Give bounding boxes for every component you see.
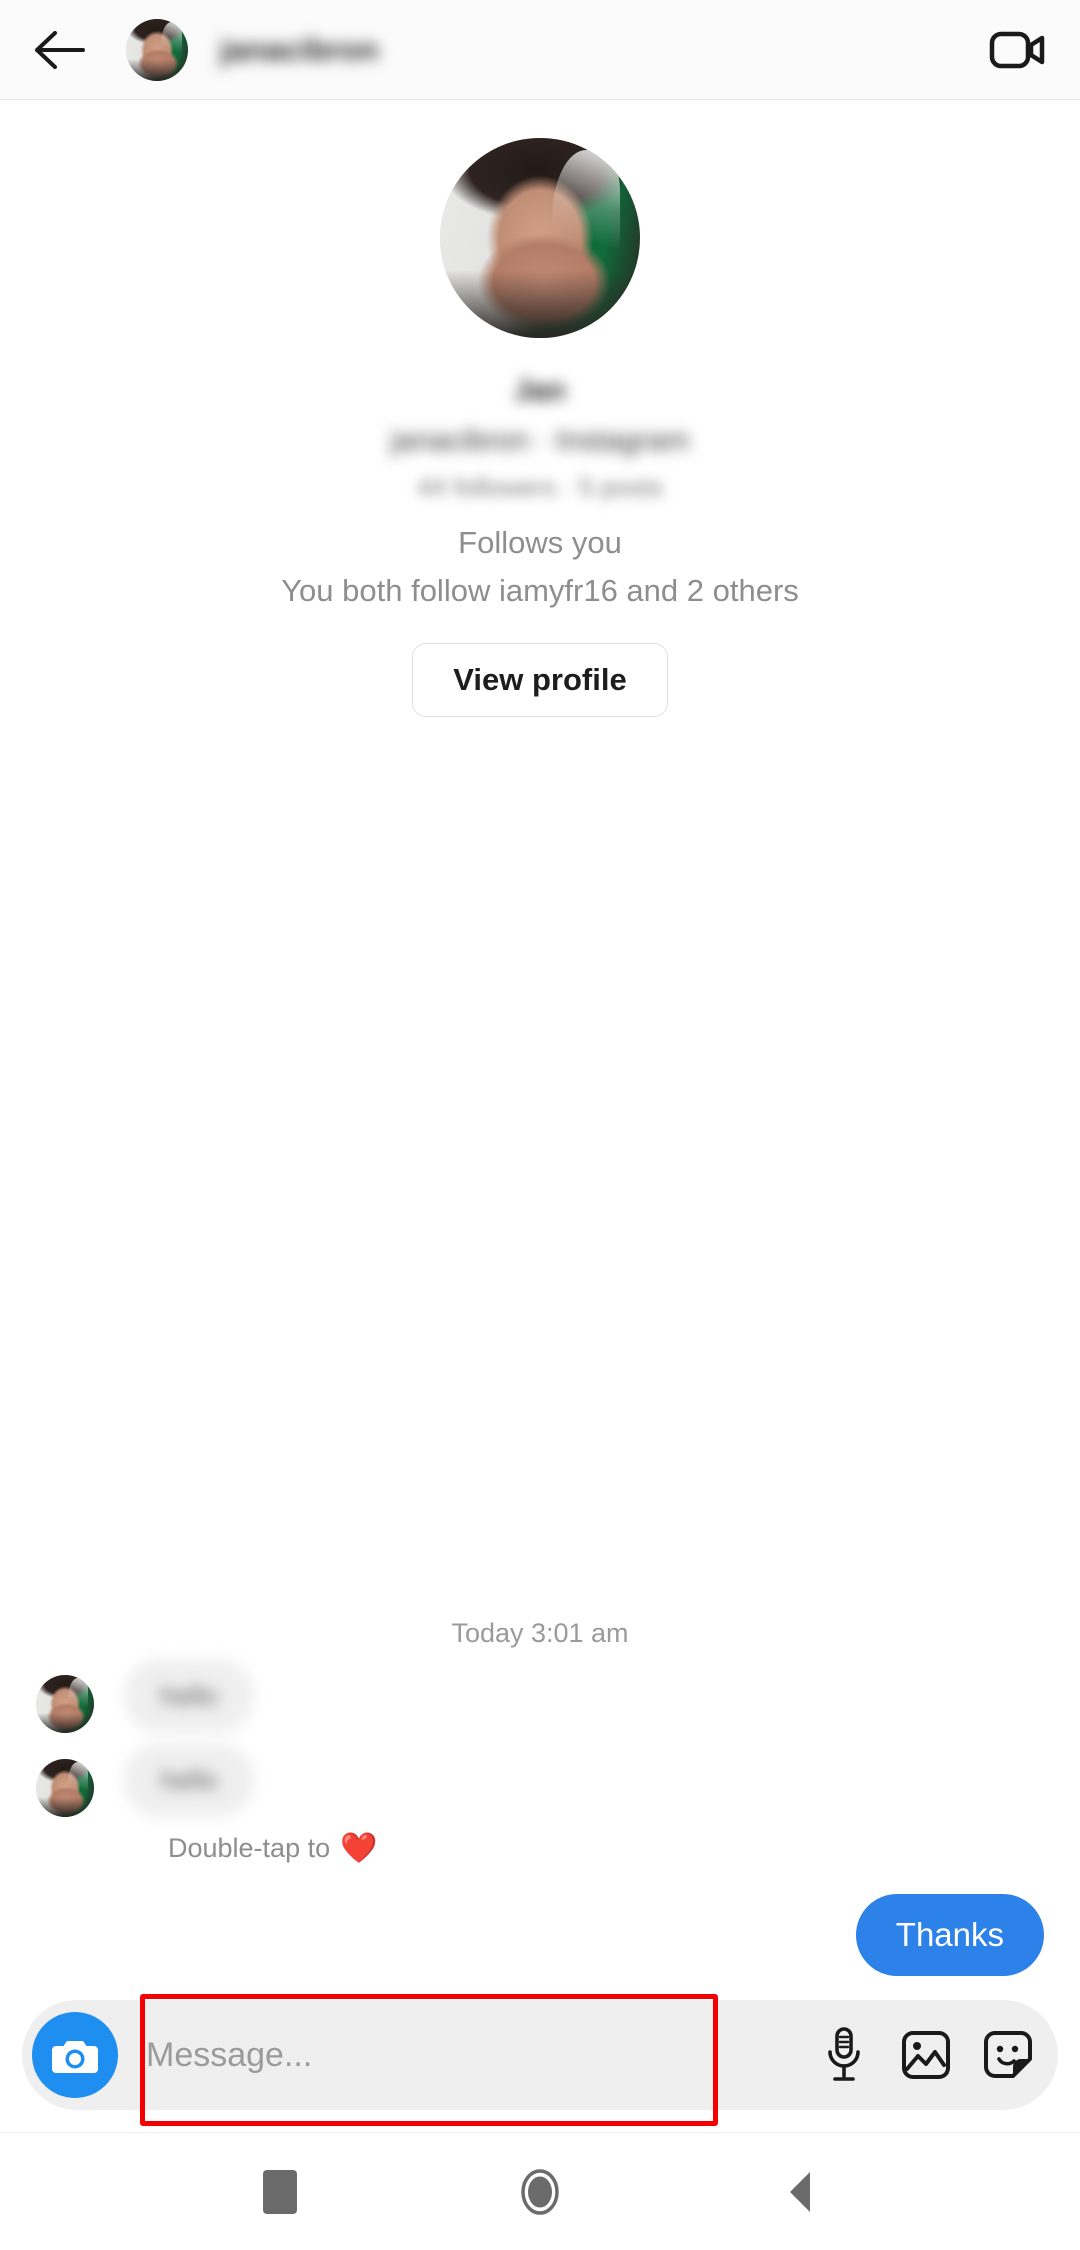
follows-you-label: Follows you xyxy=(458,525,622,560)
message-bubble-incoming[interactable]: hello xyxy=(124,1659,254,1733)
message-avatar[interactable] xyxy=(36,1759,94,1817)
android-navigation-bar xyxy=(0,2132,1080,2250)
message-avatar-photo xyxy=(36,1675,94,1733)
microphone-icon[interactable] xyxy=(806,2017,882,2093)
message-row-incoming: hello xyxy=(0,1649,1080,1733)
sticker-icon[interactable] xyxy=(970,2017,1046,2093)
profile-handle: janacibron · Instagram xyxy=(390,424,690,457)
message-avatar-photo xyxy=(36,1759,94,1817)
back-triangle-icon[interactable] xyxy=(755,2147,845,2237)
composer-bar xyxy=(22,2000,1058,2110)
message-bubble-outgoing[interactable]: Thanks xyxy=(855,1894,1044,1976)
conversation-body: Jan janacibron · Instagram 44 followers … xyxy=(0,100,1080,1982)
message-text: hello xyxy=(160,1680,218,1711)
profile-card: Jan janacibron · Instagram 44 followers … xyxy=(0,100,1080,717)
message-text: hello xyxy=(160,1764,218,1795)
chat-header: janacibron xyxy=(0,0,1080,100)
message-avatar[interactable] xyxy=(36,1675,94,1733)
mutual-follows-label: You both follow iamyfr16 and 2 others xyxy=(281,573,799,608)
message-bubble-incoming[interactable]: hello xyxy=(124,1743,254,1817)
contact-avatar[interactable] xyxy=(126,18,188,81)
message-row-incoming: hello xyxy=(0,1733,1080,1817)
view-profile-button[interactable]: View profile xyxy=(412,643,668,717)
profile-avatar-photo xyxy=(440,138,640,338)
double-tap-hint: Double-tap to ❤️ xyxy=(0,1817,1080,1866)
conversation-spacer xyxy=(0,717,1080,1608)
avatar-photo xyxy=(126,18,188,81)
profile-name: Jan xyxy=(514,374,566,407)
message-input[interactable] xyxy=(118,2035,800,2075)
heart-icon: ❤️ xyxy=(340,1832,378,1865)
image-gallery-icon[interactable] xyxy=(888,2017,964,2093)
double-tap-hint-text: Double-tap to xyxy=(168,1833,331,1863)
message-row-outgoing: Thanks xyxy=(0,1866,1080,1976)
video-call-icon[interactable] xyxy=(986,18,1050,82)
recents-square-glyph xyxy=(263,2169,297,2214)
contact-username: janacibron xyxy=(220,31,379,67)
home-circle-icon[interactable] xyxy=(495,2147,585,2237)
profile-stats: 44 followers · 5 posts xyxy=(417,472,663,502)
camera-icon[interactable] xyxy=(32,2012,118,2098)
instagram-direct-message-screen: janacibron Jan janacibron · Instagram 44… xyxy=(0,0,1080,2250)
profile-avatar[interactable] xyxy=(440,138,640,338)
back-arrow-icon[interactable] xyxy=(28,19,90,81)
message-list: hello hello Double-tap to ❤️ Thanks xyxy=(0,1649,1080,1982)
message-daystamp: Today 3:01 am xyxy=(451,1618,629,1648)
message-composer xyxy=(0,1982,1080,2132)
recents-square-icon[interactable] xyxy=(235,2147,325,2237)
